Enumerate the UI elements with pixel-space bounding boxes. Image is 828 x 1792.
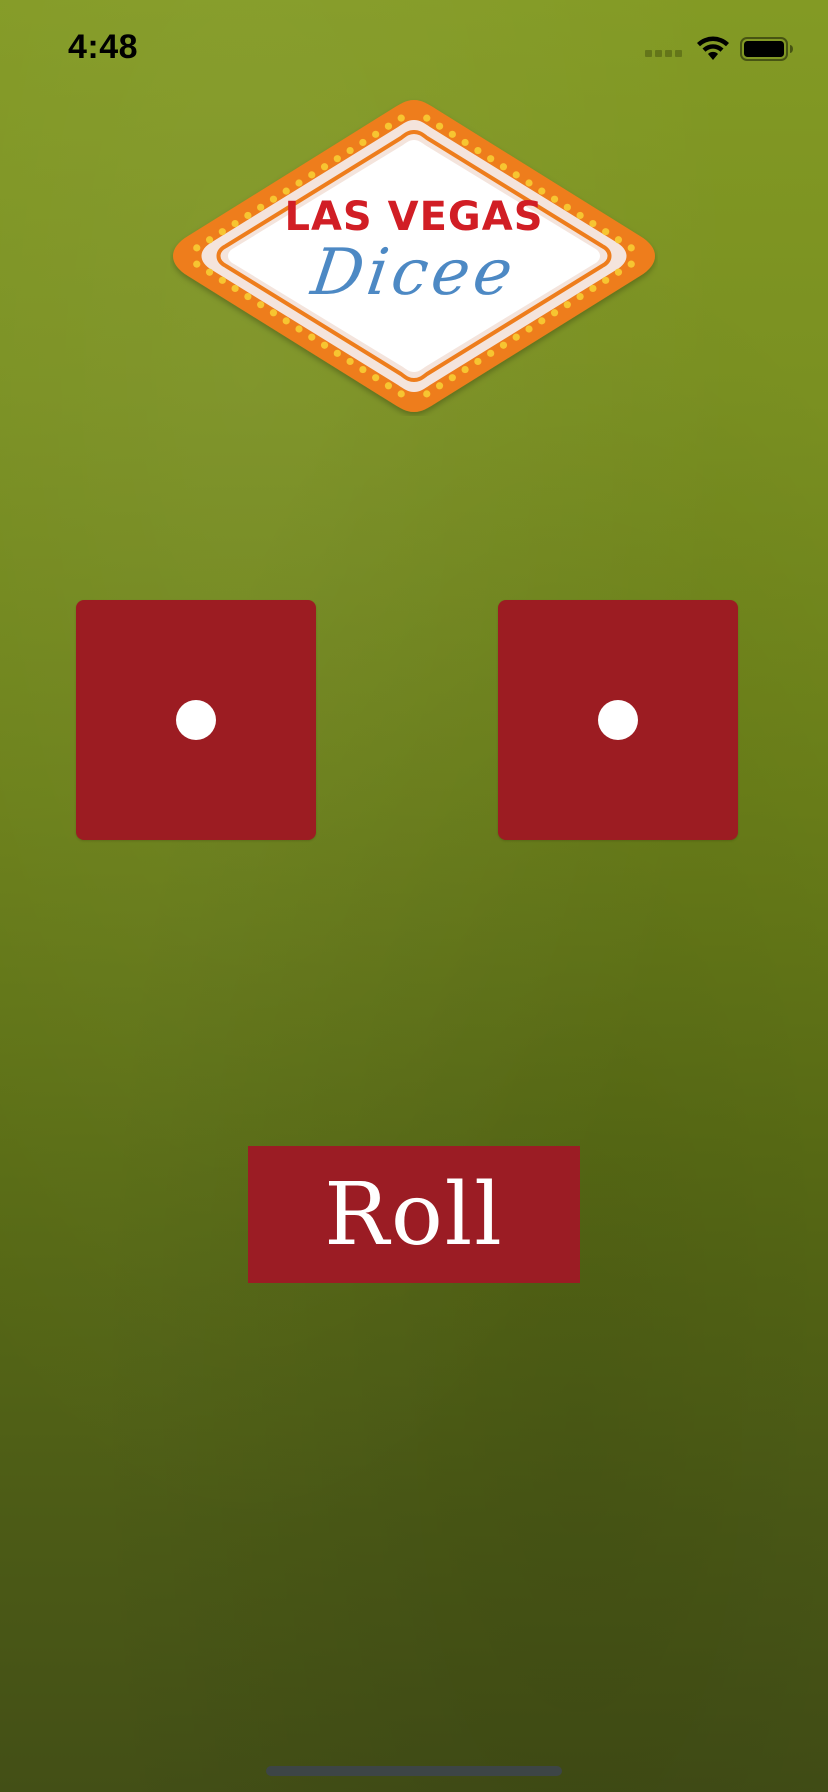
- marquee-bulb: [448, 130, 456, 138]
- roll-button[interactable]: Roll: [248, 1146, 580, 1283]
- marquee-bulb: [474, 357, 482, 366]
- cellular-signal-icon: [645, 49, 682, 57]
- marquee-bulb: [384, 382, 393, 390]
- marquee-bulb: [461, 138, 469, 147]
- marquee-bulb: [346, 146, 354, 155]
- marquee-bulb: [461, 365, 469, 374]
- marquee-bulb: [448, 374, 456, 382]
- home-indicator[interactable]: [266, 1766, 562, 1776]
- marquee-bulb: [372, 130, 380, 138]
- status-icons: [645, 36, 794, 62]
- marquee-bulb: [308, 171, 316, 179]
- marquee-bulb: [295, 325, 303, 333]
- marquee-bulb: [295, 179, 303, 187]
- marquee-bulb: [308, 333, 316, 341]
- marquee-bulb: [550, 309, 559, 317]
- marquee-bulb: [333, 155, 341, 163]
- marquee-bulb: [384, 122, 393, 130]
- marquee-bulb: [397, 390, 405, 398]
- marquee-bulb: [269, 309, 278, 317]
- status-time: 4:48: [68, 28, 139, 66]
- marquee-bulb: [499, 163, 508, 171]
- marquee-bulb: [320, 341, 329, 349]
- marquee-bulb: [333, 349, 341, 357]
- marquee-bulb: [525, 179, 533, 187]
- marquee-bulb: [499, 341, 508, 349]
- marquee-bulb: [538, 317, 546, 325]
- marquee-bulb: [282, 317, 290, 325]
- marquee-bulb: [435, 382, 444, 390]
- marquee-bulb: [487, 349, 495, 357]
- marquee-bulb: [423, 114, 431, 122]
- logo-title: LAS VEGAS: [284, 194, 544, 240]
- die-pip: [598, 700, 638, 740]
- marquee-bulb: [359, 365, 367, 374]
- marquee-bulb: [346, 357, 354, 366]
- marquee-bulb: [487, 155, 495, 163]
- logo-script: Dicee: [307, 236, 521, 310]
- marquee-bulb: [525, 325, 533, 333]
- marquee-bulb: [435, 122, 444, 130]
- marquee-bulb: [423, 390, 431, 398]
- marquee-bulb: [474, 146, 482, 155]
- wifi-icon: [697, 36, 729, 60]
- marquee-bulb: [512, 333, 520, 341]
- die-pip: [176, 700, 216, 740]
- marquee-bulb: [372, 374, 380, 382]
- battery-icon: [740, 37, 793, 61]
- marquee-bulb: [320, 163, 329, 171]
- right-die: [498, 600, 738, 840]
- marquee-bulb: [359, 138, 367, 147]
- marquee-bulb: [512, 171, 520, 179]
- left-die: [76, 600, 316, 840]
- marquee-bulb: [397, 114, 405, 122]
- las-vegas-dicee-logo: LAS VEGAS Dicee: [170, 96, 658, 416]
